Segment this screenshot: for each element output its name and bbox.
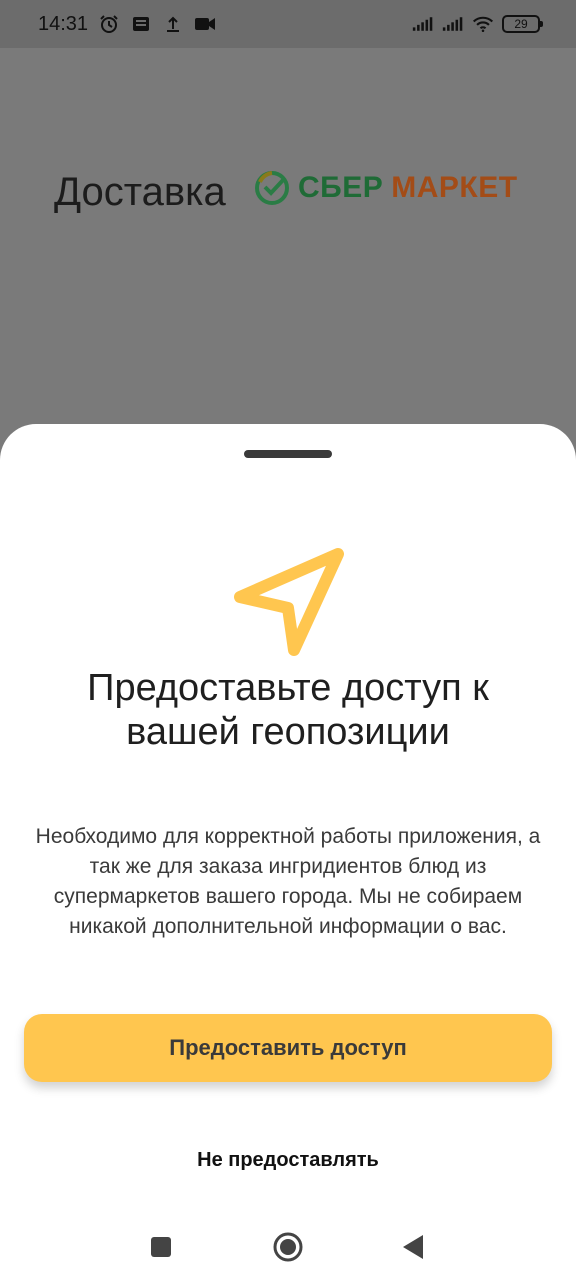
- battery-level: 29: [514, 17, 528, 31]
- status-time: 14:31: [38, 12, 89, 35]
- brand-sber: СБЕР: [298, 171, 384, 204]
- app-header-background: [0, 48, 576, 438]
- back-button[interactable]: [388, 1222, 438, 1272]
- status-left: 14:31: [38, 13, 216, 36]
- home-button[interactable]: [263, 1222, 313, 1272]
- recents-icon: [151, 1237, 171, 1257]
- signal-icon: [442, 13, 464, 35]
- sheet-title: Предоставьте доступ к вашей геопозиции: [87, 667, 489, 753]
- location-permission-sheet: Предоставьте доступ к вашей геопозиции Н…: [0, 424, 576, 1280]
- back-icon: [403, 1235, 423, 1259]
- delivery-label: Доставка: [54, 170, 226, 214]
- upload-icon: [162, 13, 184, 35]
- status-bar: 14:31 29: [0, 0, 576, 48]
- home-icon: [273, 1232, 303, 1262]
- deny-access-button[interactable]: Не предоставлять: [128, 1140, 448, 1180]
- status-right: 29: [412, 13, 543, 35]
- battery-icon: 29: [502, 15, 543, 33]
- recents-button[interactable]: [136, 1222, 186, 1272]
- sheet-drag-handle[interactable]: [244, 450, 332, 458]
- alarm-icon: [98, 13, 120, 35]
- wifi-icon: [472, 13, 494, 35]
- signal-icon: [412, 13, 434, 35]
- video-icon: [194, 13, 216, 35]
- brand-market: МАРКЕТ: [391, 171, 518, 204]
- location-arrow-icon: [234, 548, 344, 656]
- grant-access-button[interactable]: Предоставить доступ: [24, 1014, 552, 1082]
- notification-icon: [130, 13, 152, 35]
- sheet-description: Необходимо для корректной работы приложе…: [35, 825, 541, 938]
- sber-logo-icon: [255, 171, 289, 205]
- sbermarket-logo: СБЕР МАРКЕТ: [254, 170, 518, 206]
